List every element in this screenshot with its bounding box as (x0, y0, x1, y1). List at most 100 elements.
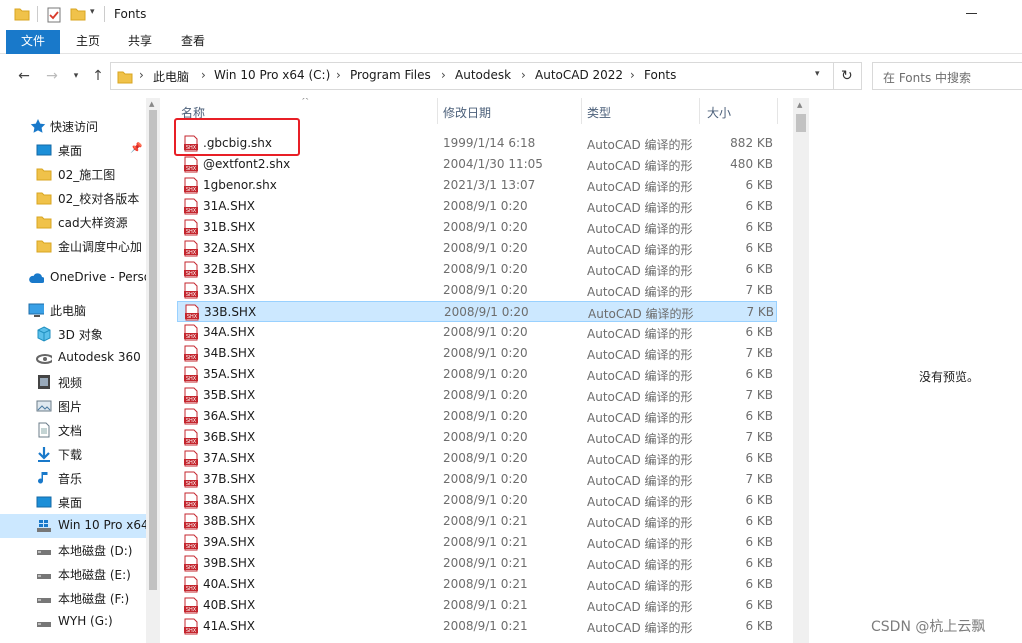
nav-desktop-pinned[interactable]: 桌面 📌 (0, 138, 146, 162)
back-arrow-icon[interactable]: ← (16, 68, 32, 84)
tab-home[interactable]: 主页 (74, 30, 102, 54)
file-row[interactable]: SHX 38B.SHX 2008/9/1 0:21 AutoCAD 编译的形 6 KB (177, 511, 777, 532)
tab-file[interactable]: 文件 (6, 30, 60, 54)
file-date: 2008/9/1 0:20 (443, 409, 528, 423)
file-date: 2008/9/1 0:20 (443, 493, 528, 507)
file-row[interactable]: SHX 37B.SHX 2008/9/1 0:20 AutoCAD 编译的形 7 KB (177, 469, 777, 490)
nav-d-drive[interactable]: 本地磁盘 (D:) (0, 538, 146, 562)
nav-e-drive[interactable]: 本地磁盘 (E:) (0, 562, 146, 586)
file-list-scrollbar[interactable]: ▲ (793, 98, 809, 643)
customize-toolbar-dropdown-icon[interactable]: ▾ (90, 7, 95, 17)
nav-folder-jiaodui[interactable]: 02_校对各版本 (0, 186, 146, 210)
nav-f-drive[interactable]: 本地磁盘 (F:) (0, 586, 146, 610)
file-row[interactable]: SHX @extfont2.shx 2004/1/30 11:05 AutoCAD 编… (177, 154, 777, 175)
breadcrumb-program-files[interactable]: Program Files (350, 68, 431, 82)
column-divider[interactable] (777, 98, 778, 124)
file-row[interactable]: SHX 33B.SHX 2008/9/1 0:20 AutoCAD 编译的形 7 KB (177, 301, 777, 322)
chevron-right-icon[interactable]: › (441, 68, 446, 82)
file-row[interactable]: SHX 36B.SHX 2008/9/1 0:20 AutoCAD 编译的形 7 KB (177, 427, 777, 448)
new-folder-icon[interactable] (70, 6, 86, 22)
chevron-right-icon[interactable]: › (139, 68, 144, 82)
file-row[interactable]: SHX 40B.SHX 2008/9/1 0:21 AutoCAD 编译的形 6 KB (177, 595, 777, 616)
breadcrumb-autodesk[interactable]: Autodesk (455, 68, 511, 82)
file-type: AutoCAD 编译的形 (587, 579, 693, 593)
chevron-right-icon[interactable]: › (336, 68, 341, 82)
chevron-right-icon[interactable]: › (201, 68, 206, 82)
file-row[interactable]: SHX 1gbenor.shx 2021/3/1 13:07 AutoCAD 编译的形… (177, 175, 777, 196)
nav-scrollbar-thumb[interactable] (149, 110, 157, 590)
properties-icon[interactable] (46, 6, 62, 24)
breadcrumb-c-drive[interactable]: Win 10 Pro x64 (C:) (214, 68, 330, 82)
column-divider[interactable] (437, 98, 438, 124)
file-row[interactable]: SHX 31A.SHX 2008/9/1 0:20 AutoCAD 编译的形 6 KB (177, 196, 777, 217)
tab-share[interactable]: 共享 (128, 30, 152, 54)
column-header-size[interactable]: 大小 (707, 104, 731, 121)
search-input[interactable]: 在 Fonts 中搜索 (872, 62, 1022, 90)
nav-3d-objects[interactable]: 3D 对象 (0, 322, 146, 346)
nav-folder-shigongtu[interactable]: 02_施工图 (0, 162, 146, 186)
file-row[interactable]: SHX 35B.SHX 2008/9/1 0:20 AutoCAD 编译的形 7 KB (177, 385, 777, 406)
nav-desktop[interactable]: 桌面 (0, 490, 146, 514)
breadcrumb-this-pc[interactable]: 此电脑 (153, 68, 189, 85)
nav-documents[interactable]: 文档 (0, 418, 146, 442)
file-type: AutoCAD 编译的形 (587, 537, 693, 551)
file-type: AutoCAD 编译的形 (587, 432, 693, 446)
chevron-right-icon[interactable]: › (521, 68, 526, 82)
column-divider[interactable] (581, 98, 582, 124)
recent-locations-chevron-icon[interactable]: ▾ (68, 68, 84, 84)
nav-onedrive[interactable]: OneDrive - Perso (0, 266, 146, 290)
file-size: 6 KB (745, 262, 773, 276)
nav-pictures[interactable]: 图片 (0, 394, 146, 418)
file-date: 2004/1/30 11:05 (443, 157, 543, 171)
file-row[interactable]: SHX 31B.SHX 2008/9/1 0:20 AutoCAD 编译的形 6 KB (177, 217, 777, 238)
nav-music[interactable]: 音乐 (0, 466, 146, 490)
column-header-date[interactable]: 修改日期 (443, 104, 491, 121)
file-list-scrollbar-thumb[interactable] (796, 114, 806, 132)
nav-c-drive[interactable]: Win 10 Pro x64 (0, 514, 146, 538)
nav-scrollbar[interactable]: ▲ (146, 98, 160, 643)
scroll-up-icon[interactable]: ▲ (797, 101, 802, 109)
column-divider[interactable] (699, 98, 700, 124)
nav-this-pc[interactable]: 此电脑 (0, 298, 146, 322)
file-row[interactable]: SHX 32A.SHX 2008/9/1 0:20 AutoCAD 编译的形 6 KB (177, 238, 777, 259)
svg-text:SHX: SHX (186, 607, 197, 613)
file-row[interactable]: SHX 40A.SHX 2008/9/1 0:21 AutoCAD 编译的形 6 KB (177, 574, 777, 595)
chevron-right-icon[interactable]: › (630, 68, 635, 82)
nav-autodesk-360[interactable]: Autodesk 360 (0, 346, 146, 370)
cloud-drive-icon (36, 354, 52, 364)
pin-icon[interactable]: 📌 (130, 143, 142, 154)
address-bar[interactable]: › 此电脑 › Win 10 Pro x64 (C:) › Program Fi… (110, 62, 862, 90)
picture-icon (36, 400, 52, 412)
file-row[interactable]: SHX 39B.SHX 2008/9/1 0:21 AutoCAD 编译的形 6 KB (177, 553, 777, 574)
file-name: 1gbenor.shx (203, 178, 277, 192)
scroll-up-icon[interactable]: ▲ (149, 100, 154, 108)
nav-g-drive[interactable]: WYH (G:) (0, 610, 146, 634)
refresh-icon[interactable]: ↻ (841, 68, 853, 84)
breadcrumb-fonts[interactable]: Fonts (644, 68, 676, 82)
nav-folder-cad-dayang[interactable]: cad大样资源 (0, 210, 146, 234)
breadcrumb-autocad-2022[interactable]: AutoCAD 2022 (535, 68, 623, 82)
forward-arrow-icon[interactable]: → (44, 68, 60, 84)
nav-folder-jinshan[interactable]: 金山调度中心加 (0, 234, 146, 258)
svg-text:SHX: SHX (186, 229, 197, 235)
tab-view[interactable]: 查看 (180, 30, 206, 54)
nav-quick-access[interactable]: 快速访问 (0, 114, 146, 138)
file-row[interactable]: SHX 34A.SHX 2008/9/1 0:20 AutoCAD 编译的形 6 KB (177, 322, 777, 343)
column-header-type[interactable]: 类型 (587, 104, 611, 121)
file-row[interactable]: SHX 36A.SHX 2008/9/1 0:20 AutoCAD 编译的形 6 KB (177, 406, 777, 427)
file-row[interactable]: SHX 33A.SHX 2008/9/1 0:20 AutoCAD 编译的形 7 KB (177, 280, 777, 301)
nav-downloads[interactable]: 下载 (0, 442, 146, 466)
address-dropdown-icon[interactable]: ▾ (815, 69, 820, 79)
file-row[interactable]: SHX 38A.SHX 2008/9/1 0:20 AutoCAD 编译的形 6 KB (177, 490, 777, 511)
file-row[interactable]: SHX 37A.SHX 2008/9/1 0:20 AutoCAD 编译的形 6 KB (177, 448, 777, 469)
file-row[interactable]: SHX 35A.SHX 2008/9/1 0:20 AutoCAD 编译的形 6 KB (177, 364, 777, 385)
nav-videos[interactable]: 视频 (0, 370, 146, 394)
cloud-icon (29, 273, 44, 283)
up-arrow-icon[interactable]: ↑ (90, 68, 106, 84)
file-row[interactable]: SHX 41A.SHX 2008/9/1 0:21 AutoCAD 编译的形 6 KB (177, 616, 777, 637)
file-row[interactable]: SHX 34B.SHX 2008/9/1 0:20 AutoCAD 编译的形 7 KB (177, 343, 777, 364)
file-row[interactable]: SHX 39A.SHX 2008/9/1 0:21 AutoCAD 编译的形 6 KB (177, 532, 777, 553)
minimize-icon[interactable] (966, 8, 978, 18)
svg-text:SHX: SHX (186, 355, 197, 361)
file-row[interactable]: SHX 32B.SHX 2008/9/1 0:20 AutoCAD 编译的形 6 KB (177, 259, 777, 280)
